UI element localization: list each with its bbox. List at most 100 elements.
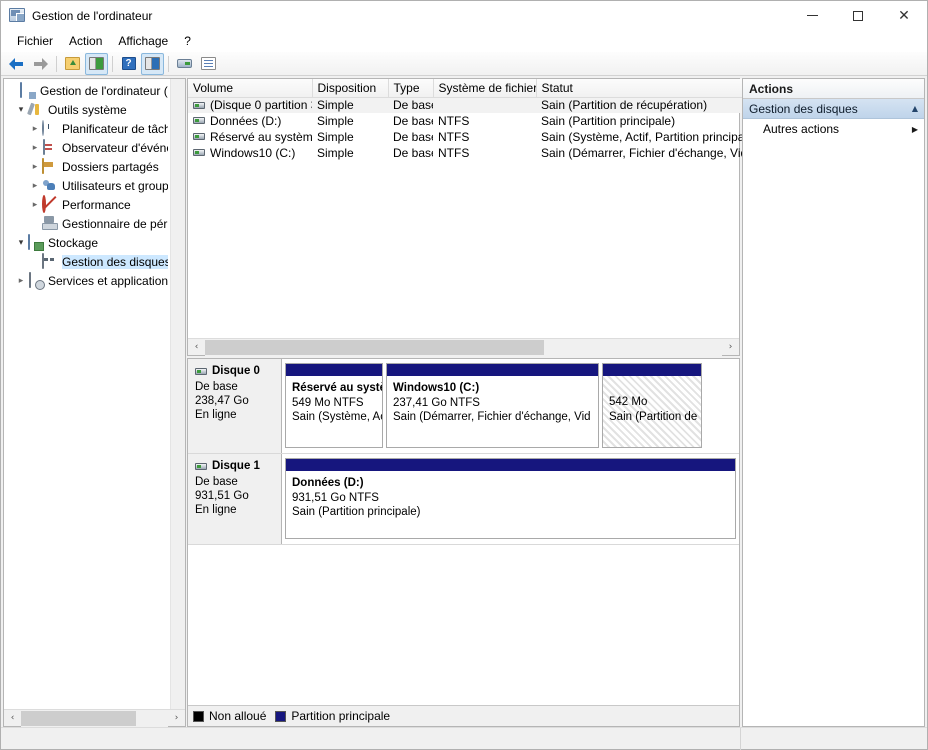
chevron-down-icon[interactable]: ▾ xyxy=(14,105,28,115)
tree-vertical-scrollbar[interactable] xyxy=(170,79,185,709)
properties-icon[interactable] xyxy=(197,53,220,75)
cell-filesystem: NTFS xyxy=(438,146,470,160)
tree-scroll-track[interactable] xyxy=(21,709,168,727)
cell-volume[interactable]: Réservé au système xyxy=(188,129,312,145)
cell-status: Sain (Système, Actif, Partition principa… xyxy=(541,130,746,144)
column-header-filesystem[interactable]: Système de fichiers xyxy=(433,79,537,98)
close-button[interactable]: ✕ xyxy=(881,1,927,30)
legend-swatch xyxy=(193,710,204,722)
tree-item-storage[interactable]: ▾ Stockage xyxy=(4,233,170,252)
chevron-right-icon[interactable]: ▸ xyxy=(28,143,42,153)
tree-item-label: Utilisateurs et groupes locaux xyxy=(62,178,168,193)
cell-volume[interactable]: Windows10 (C:) xyxy=(188,145,312,161)
back-arrow-icon[interactable] xyxy=(5,53,28,75)
help-icon[interactable]: ? xyxy=(117,53,140,75)
tree-item-performance[interactable]: ▸ Performance xyxy=(4,194,170,214)
disk-management-icon xyxy=(42,252,58,270)
tree-item-label: Gestionnaire de périphériques xyxy=(62,216,168,231)
cell-type: De base xyxy=(388,97,433,113)
tree-item-local-users-groups[interactable]: ▸ Utilisateurs et groupes locaux xyxy=(4,176,170,195)
partition-status: Sain (Partition principale) xyxy=(292,506,421,518)
tree-item-device-manager[interactable]: Gestionnaire de périphériques xyxy=(4,214,170,233)
tree-item-label: Planificateur de tâches xyxy=(62,121,168,136)
scroll-left-icon[interactable]: ‹ xyxy=(188,339,205,356)
tree-item-services-applications[interactable]: ▸ Services et applications xyxy=(4,271,170,290)
tree-item-shared-folders[interactable]: ▸ Dossiers partagés xyxy=(4,157,170,176)
column-header-type[interactable]: Type xyxy=(388,79,434,98)
column-header-volume[interactable]: Volume xyxy=(188,79,313,98)
tree-item-disk-management[interactable]: Gestion des disques xyxy=(4,252,170,271)
tree-item-task-scheduler[interactable]: ▸ Planificateur de tâches xyxy=(4,119,170,138)
partition-donnees-d[interactable]: Données (D:) 931,51 Go NTFS Sain (Partit… xyxy=(285,458,736,539)
tree-horizontal-scrollbar[interactable]: ‹ › xyxy=(4,709,185,727)
volume-icon xyxy=(193,133,205,141)
volume-list-horizontal-scrollbar[interactable]: ‹ › xyxy=(188,338,739,356)
cell-disposition: Simple xyxy=(317,146,354,160)
column-header-status[interactable]: Statut xyxy=(536,79,746,98)
volume-icon xyxy=(193,101,205,109)
minimize-button[interactable] xyxy=(789,1,835,30)
partition-system-reserved[interactable]: Réservé au systè 549 Mo NTFS Sain (Systè… xyxy=(285,363,383,448)
show-hide-action-pane-icon[interactable] xyxy=(141,52,164,75)
connect-to-another-computer-icon[interactable] xyxy=(173,53,196,75)
disk-info-0[interactable]: Disque 0 De base 238,47 Go En ligne xyxy=(188,359,282,453)
scroll-right-icon[interactable]: › xyxy=(722,339,739,356)
forward-arrow-icon[interactable] xyxy=(29,53,52,75)
tree-item-event-viewer[interactable]: ▸ Observateur d'événements xyxy=(4,138,170,157)
cell-type: De base xyxy=(393,114,433,128)
volume-scroll-thumb[interactable] xyxy=(205,339,544,355)
toolbar-separator-1 xyxy=(56,55,57,72)
tree-scroll-thumb[interactable] xyxy=(21,710,136,726)
cell-volume[interactable]: Données (D:) xyxy=(188,113,312,129)
chevron-right-icon[interactable]: ▸ xyxy=(28,124,42,134)
chevron-right-icon[interactable]: ▸ xyxy=(28,200,42,210)
volume-scroll-track[interactable] xyxy=(205,338,722,356)
toolbar-separator-2 xyxy=(112,55,113,72)
legend: Non alloué Partition principale xyxy=(188,705,739,726)
column-header-disposition[interactable]: Disposition xyxy=(312,79,389,98)
menu-action[interactable]: Action xyxy=(61,32,110,50)
actions-group-disk-management[interactable]: Gestion des disques ▲ xyxy=(743,99,924,119)
chevron-right-icon[interactable]: ▸ xyxy=(14,276,28,286)
menu-fichier[interactable]: Fichier xyxy=(9,32,61,50)
disk-type: De base xyxy=(195,476,238,488)
disk-row-0[interactable]: Disque 0 De base 238,47 Go En ligne Rése… xyxy=(188,359,739,454)
maximize-button[interactable] xyxy=(835,1,881,30)
cell-volume[interactable]: (Disque 0 partition 3) xyxy=(188,97,312,113)
partition-details: Données (D:) 931,51 Go NTFS Sain (Partit… xyxy=(286,471,735,538)
disk-scroll-area: Disque 0 De base 238,47 Go En ligne Rése… xyxy=(188,359,739,705)
tree-item-system-tools[interactable]: ▾ Outils système xyxy=(4,100,170,119)
actions-item-autres-actions[interactable]: Autres actions ▶ xyxy=(743,119,924,139)
scroll-left-icon[interactable]: ‹ xyxy=(4,710,21,727)
table-row[interactable]: (Disque 0 partition 3) Simple De base Sa… xyxy=(188,97,746,113)
actions-pane-title: Actions xyxy=(743,79,924,99)
tree-item-label: Gestion de l'ordinateur (local) xyxy=(40,83,168,98)
graphical-disk-pane: Disque 0 De base 238,47 Go En ligne Rése… xyxy=(187,358,740,727)
up-one-level-icon[interactable] xyxy=(61,53,84,75)
partition-details: 542 Mo Sain (Partition de r xyxy=(603,376,701,447)
table-row[interactable]: Données (D:) Simple De base NTFS Sain (P… xyxy=(188,113,746,129)
chevron-right-icon[interactable]: ▸ xyxy=(28,162,42,172)
chevron-right-icon[interactable]: ▶ xyxy=(912,125,918,134)
show-hide-console-tree-icon[interactable] xyxy=(85,52,108,75)
cell-filesystem: NTFS xyxy=(438,130,470,144)
menu-affichage[interactable]: Affichage xyxy=(110,32,176,50)
chevron-right-icon[interactable]: ▸ xyxy=(28,181,42,191)
partition-windows10-c[interactable]: Windows10 (C:) 237,41 Go NTFS Sain (Déma… xyxy=(386,363,599,448)
tree-item-computer-management[interactable]: Gestion de l'ordinateur (local) xyxy=(4,81,170,100)
disk-row-1[interactable]: Disque 1 De base 931,51 Go En ligne Donn… xyxy=(188,454,739,545)
status-bar-left xyxy=(1,727,741,750)
chevron-down-icon[interactable]: ▾ xyxy=(14,238,28,248)
cell-type: De base xyxy=(393,146,433,160)
device-manager-icon xyxy=(42,216,58,232)
scroll-right-icon[interactable]: › xyxy=(168,710,185,727)
cell-status: Sain (Partition de récupération) xyxy=(536,97,746,113)
table-row[interactable]: Windows10 (C:) Simple De base NTFS Sain … xyxy=(188,145,746,161)
tree-item-label: Services et applications xyxy=(48,273,168,288)
chevron-up-icon[interactable]: ▲ xyxy=(912,104,918,113)
partition-recovery[interactable]: 542 Mo Sain (Partition de r xyxy=(602,363,702,448)
disk-info-1[interactable]: Disque 1 De base 931,51 Go En ligne xyxy=(188,454,282,544)
partition-color-bar xyxy=(603,364,701,376)
table-row[interactable]: Réservé au système Simple De base NTFS S… xyxy=(188,129,746,145)
menu-help[interactable]: ? xyxy=(176,32,199,50)
